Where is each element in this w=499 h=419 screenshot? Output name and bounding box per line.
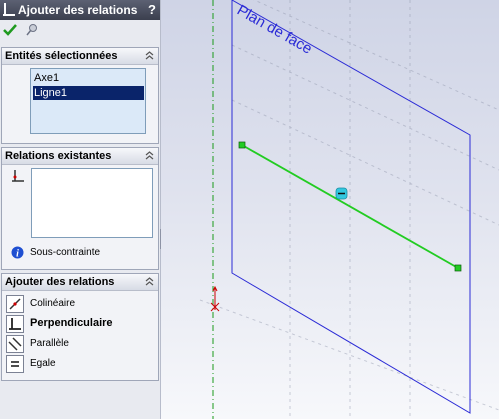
chevron-up-icon[interactable] <box>144 150 155 161</box>
equal-relation-button[interactable]: Egale <box>6 355 154 373</box>
existing-relations-list[interactable] <box>31 168 153 238</box>
midpoint-marker[interactable] <box>335 187 348 200</box>
collinear-icon <box>6 295 24 313</box>
add-relations-group: Ajouter des relations Colinéaire Perpend… <box>1 273 159 381</box>
selected-entities-group: Entités sélectionnées Axe1 Ligne1 <box>1 47 159 144</box>
relation-label: Colinéaire <box>30 298 76 309</box>
title-bar: Ajouter des relations ? <box>0 0 160 20</box>
list-item[interactable]: Axe1 <box>33 71 144 85</box>
line-endpoint[interactable] <box>454 264 462 272</box>
perpendicular-icon <box>3 3 15 16</box>
relation-icon <box>12 170 24 182</box>
chevron-up-icon[interactable] <box>144 276 155 287</box>
perpendicular-icon <box>6 315 24 333</box>
viewport-canvas[interactable]: Plan de face <box>161 0 499 419</box>
relation-label: Egale <box>30 358 56 369</box>
origin-icon[interactable] <box>210 285 220 312</box>
parallel-relation-button[interactable]: Parallèle <box>6 335 154 353</box>
check-icon[interactable] <box>3 23 17 37</box>
plane-label: Plan de face <box>234 2 315 58</box>
svg-text:i: i <box>16 249 19 260</box>
pushpin-icon[interactable] <box>25 23 39 37</box>
chevron-up-icon[interactable] <box>144 50 155 61</box>
existing-relations-group: Relations existantes i Sous-contrainte <box>1 147 159 270</box>
group-title: Ajouter des relations <box>5 276 115 288</box>
relation-label: Parallèle <box>30 338 69 349</box>
list-item[interactable]: Ligne1 <box>33 86 144 100</box>
panel-title: Ajouter des relations <box>18 3 138 17</box>
entity-list[interactable]: Axe1 Ligne1 <box>30 68 146 134</box>
equal-icon <box>6 355 24 373</box>
property-manager: Ajouter des relations ? Entités sélectio… <box>0 0 161 419</box>
background-grid <box>199 0 499 419</box>
graphics-viewport[interactable]: Plan de face <box>161 0 499 419</box>
relation-label: Perpendiculaire <box>30 317 113 329</box>
perpendicular-relation-button[interactable]: Perpendiculaire <box>6 315 154 333</box>
parallel-icon <box>6 335 24 353</box>
constraint-status: Sous-contrainte <box>30 247 101 258</box>
group-title: Entités sélectionnées <box>5 50 118 62</box>
info-icon: i <box>11 246 24 259</box>
group-header[interactable]: Relations existantes <box>2 148 158 165</box>
help-button[interactable]: ? <box>148 2 156 17</box>
group-title: Relations existantes <box>5 150 112 162</box>
collinear-relation-button[interactable]: Colinéaire <box>6 295 154 313</box>
group-header[interactable]: Ajouter des relations <box>2 274 158 291</box>
group-header[interactable]: Entités sélectionnées <box>2 48 158 65</box>
line-endpoint[interactable] <box>238 141 246 149</box>
